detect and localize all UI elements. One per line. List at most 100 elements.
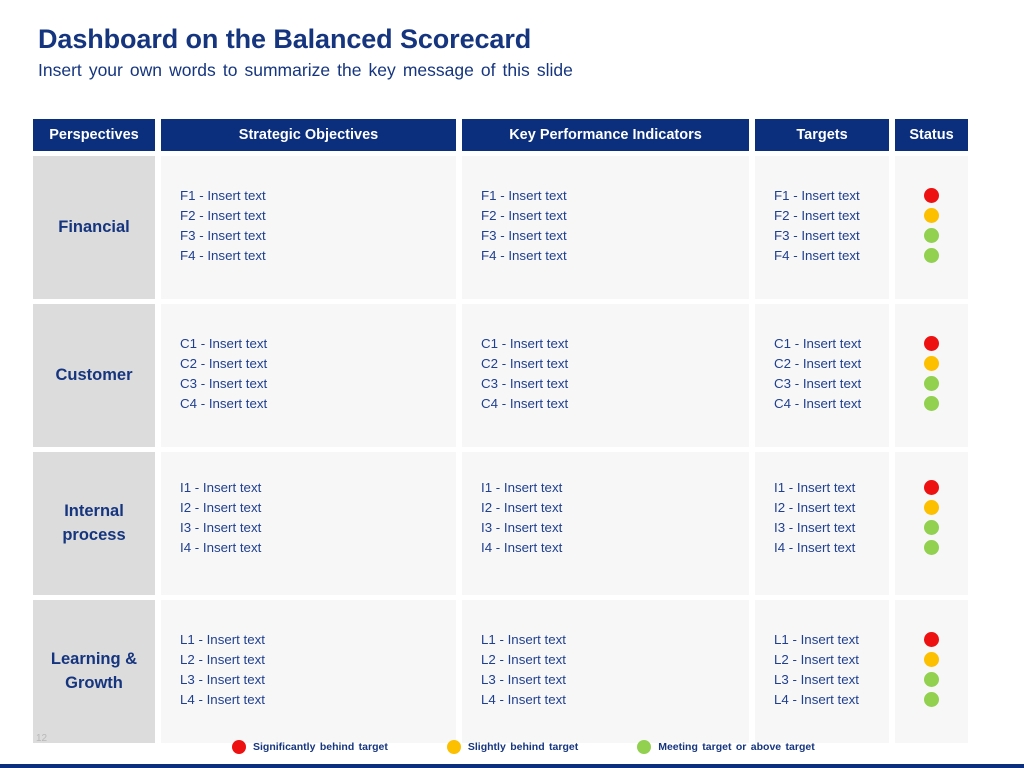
legend-item-meeting-target: Meeting target or above target	[637, 740, 815, 754]
target-item: C2 - Insert text	[774, 356, 862, 372]
kpi-item: C3 - Insert text	[481, 376, 569, 392]
title-block: Dashboard on the Balanced Scorecard Inse…	[38, 24, 978, 81]
target-item: C1 - Insert text	[774, 336, 862, 351]
targets-cell-learning-growth: L1 - Insert text L2 - Insert text L3 - I…	[755, 600, 889, 743]
kpi-item: I1 - Insert text	[481, 480, 563, 495]
column-header-perspectives: Perspectives	[33, 119, 155, 151]
kpi-item: L3 - Insert text	[481, 672, 566, 688]
objective-item: C2 - Insert text	[180, 356, 268, 372]
objectives-cell-customer: C1 - Insert text C2 - Insert text C3 - I…	[161, 304, 456, 447]
objective-item: L4 - Insert text	[180, 692, 265, 708]
target-item: I3 - Insert text	[774, 520, 856, 536]
kpi-item: C1 - Insert text	[481, 336, 569, 351]
objective-item: I4 - Insert text	[180, 540, 262, 556]
target-item: L4 - Insert text	[774, 692, 859, 708]
perspective-cell-customer: Customer	[33, 304, 155, 447]
legend-dot-green-icon	[637, 740, 652, 754]
column-header-strategic-objectives: Strategic Objectives	[161, 119, 456, 151]
targets-cell-customer: C1 - Insert text C2 - Insert text C3 - I…	[755, 304, 889, 447]
target-item: I2 - Insert text	[774, 500, 856, 516]
perspective-cell-internal-process: Internal process	[33, 452, 155, 595]
status-dot-green-icon	[924, 396, 939, 411]
page-number: 12	[36, 733, 48, 744]
legend-dot-red-icon	[232, 740, 246, 754]
kpi-item: L2 - Insert text	[481, 652, 566, 668]
target-item: F3 - Insert text	[774, 228, 860, 244]
legend-item-slightly-behind: Slightly behind target	[446, 740, 579, 754]
targets-cell-internal-process: I1 - Insert text I2 - Insert text I3 - I…	[755, 452, 889, 595]
objectives-cell-financial: F1 - Insert text F2 - Insert text F3 - I…	[161, 156, 456, 299]
page-title: Dashboard on the Balanced Scorecard	[38, 24, 532, 54]
status-dot-green-icon	[924, 692, 939, 707]
kpi-item: I4 - Insert text	[481, 540, 563, 556]
status-cell-financial	[895, 156, 968, 299]
objective-item: L1 - Insert text	[180, 632, 265, 647]
table-row: Customer C1 - Insert text C2 - Insert te…	[33, 304, 998, 447]
kpi-cell-learning-growth: L1 - Insert text L2 - Insert text L3 - I…	[462, 600, 749, 743]
kpi-item: L4 - Insert text	[481, 692, 566, 708]
objective-item: F3 - Insert text	[180, 228, 266, 244]
objectives-cell-learning-growth: L1 - Insert text L2 - Insert text L3 - I…	[161, 600, 456, 743]
target-item: L3 - Insert text	[774, 672, 859, 688]
perspective-cell-financial: Financial	[33, 156, 155, 299]
objective-item: I1 - Insert text	[180, 480, 262, 495]
status-dot-red-icon	[924, 188, 939, 203]
column-header-key-performance-indicators: Key Performance Indicators	[462, 119, 749, 151]
column-header-status: Status	[895, 119, 968, 151]
legend-dot-amber-icon	[446, 740, 461, 754]
target-item: L1 - Insert text	[774, 632, 859, 647]
status-cell-internal-process	[895, 452, 968, 595]
objective-item: C3 - Insert text	[180, 376, 268, 392]
bottom-accent-bar	[0, 764, 1024, 768]
target-item: I4 - Insert text	[774, 540, 856, 556]
targets-cell-financial: F1 - Insert text F2 - Insert text F3 - I…	[755, 156, 889, 299]
kpi-item: C4 - Insert text	[481, 396, 569, 412]
target-item: L2 - Insert text	[774, 652, 859, 668]
status-dot-green-icon	[924, 520, 939, 535]
balanced-scorecard-table: Perspectives Strategic Objectives Key Pe…	[33, 119, 998, 743]
objective-item: L3 - Insert text	[180, 672, 265, 688]
status-dot-amber-icon	[924, 356, 939, 371]
kpi-item: I2 - Insert text	[481, 500, 563, 516]
objectives-cell-internal-process: I1 - Insert text I2 - Insert text I3 - I…	[161, 452, 456, 595]
target-item: F1 - Insert text	[774, 188, 860, 203]
page-subtitle: Insert your own words to summarize the k…	[38, 60, 573, 81]
table-row: Financial F1 - Insert text F2 - Insert t…	[33, 156, 998, 299]
target-item: C3 - Insert text	[774, 376, 862, 392]
kpi-cell-internal-process: I1 - Insert text I2 - Insert text I3 - I…	[462, 452, 749, 595]
kpi-item: I3 - Insert text	[481, 520, 563, 536]
kpi-item: L1 - Insert text	[481, 632, 566, 647]
target-item: F2 - Insert text	[774, 208, 860, 224]
target-item: C4 - Insert text	[774, 396, 862, 412]
status-dot-green-icon	[924, 376, 939, 391]
perspective-cell-learning-growth: Learning & Growth	[33, 600, 155, 743]
kpi-cell-customer: C1 - Insert text C2 - Insert text C3 - I…	[462, 304, 749, 447]
legend-label: Meeting target or above target	[658, 741, 815, 753]
status-dot-green-icon	[924, 540, 939, 555]
kpi-item: F3 - Insert text	[481, 228, 567, 244]
status-legend: Significantly behind target Slightly beh…	[232, 740, 815, 754]
status-dot-amber-icon	[924, 500, 939, 515]
objective-item: C1 - Insert text	[180, 336, 268, 351]
objective-item: F1 - Insert text	[180, 188, 266, 203]
objective-item: I2 - Insert text	[180, 500, 262, 516]
objective-item: C4 - Insert text	[180, 396, 268, 412]
table-row: Internal process I1 - Insert text I2 - I…	[33, 452, 998, 595]
target-item: I1 - Insert text	[774, 480, 856, 495]
table-row: Learning & Growth L1 - Insert text L2 - …	[33, 600, 998, 743]
kpi-item: F4 - Insert text	[481, 248, 567, 264]
legend-label: Slightly behind target	[467, 741, 579, 753]
status-cell-learning-growth	[895, 600, 968, 743]
objective-item: F4 - Insert text	[180, 248, 266, 264]
table-header-row: Perspectives Strategic Objectives Key Pe…	[33, 119, 998, 151]
column-header-targets: Targets	[755, 119, 889, 151]
status-dot-red-icon	[924, 336, 939, 351]
objective-item: F2 - Insert text	[180, 208, 266, 224]
kpi-cell-financial: F1 - Insert text F2 - Insert text F3 - I…	[462, 156, 749, 299]
kpi-item: F2 - Insert text	[481, 208, 567, 224]
status-dot-amber-icon	[924, 208, 939, 223]
status-dot-red-icon	[924, 480, 939, 495]
objective-item: L2 - Insert text	[180, 652, 265, 668]
status-dot-amber-icon	[924, 652, 939, 667]
status-dot-green-icon	[924, 672, 939, 687]
